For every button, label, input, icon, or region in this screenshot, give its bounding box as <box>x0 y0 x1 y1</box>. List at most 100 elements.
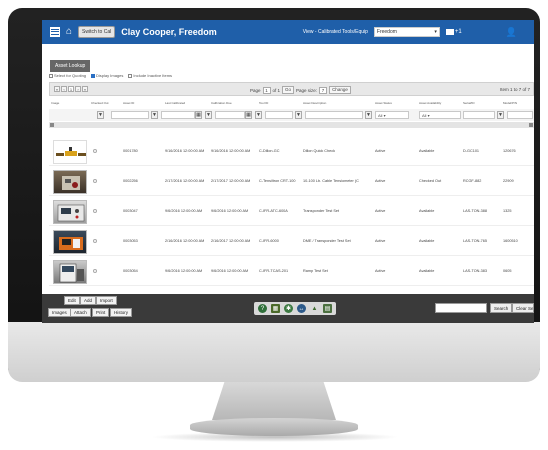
table-row[interactable]: 0003054 9/6/2016 12:00:00 AM 9/6/2016 12… <box>49 258 534 286</box>
view-select[interactable]: Freedom ▾ <box>373 27 440 37</box>
col-serial[interactable]: Serial/ID <box>463 101 475 105</box>
filter-icon[interactable]: ▼ <box>497 111 504 119</box>
filter-row: ▼ ▼ ▦ ▼ ▦ ▼ ▼ ▼ All ▾ All ▾ ▼ <box>49 109 534 121</box>
col-asset-id[interactable]: Asset ID <box>123 101 134 105</box>
history-button[interactable]: History <box>110 308 133 317</box>
calendar-icon[interactable]: ▦ <box>195 111 202 119</box>
col-last-calibrated[interactable]: Last Calibrated <box>165 101 185 105</box>
col-image[interactable]: Image <box>51 101 59 105</box>
alert-icon[interactable]: ▲ <box>310 304 319 313</box>
asset-lookup-button[interactable]: Asset Lookup <box>50 60 91 72</box>
menu-icon[interactable] <box>50 27 60 37</box>
asset-id[interactable]: 0003053 <box>123 239 138 243</box>
tool-id-filter[interactable] <box>265 111 293 119</box>
document-icon[interactable]: ▤ <box>323 304 332 313</box>
monitor-foot <box>190 418 358 436</box>
images-button[interactable]: Images <box>48 308 71 317</box>
user-icon[interactable]: 👤 <box>506 27 517 38</box>
asset-id-filter[interactable] <box>111 111 149 119</box>
description: Transponder Test Set <box>303 209 340 213</box>
description-filter[interactable] <box>305 111 363 119</box>
mail-icon <box>445 29 454 35</box>
monitor-chin <box>8 322 540 382</box>
view-select-value: Freedom <box>376 29 397 35</box>
page-size-input[interactable]: 7 <box>319 86 328 94</box>
filter-icon[interactable]: ▼ <box>255 111 262 119</box>
calendar-icon[interactable]: ▦ <box>245 111 252 119</box>
switch-to-cal-button[interactable]: Switch to Cal <box>78 26 116 38</box>
horizontal-scrollbar[interactable] <box>49 122 534 128</box>
search-button[interactable]: Search <box>490 303 513 313</box>
col-availability[interactable]: Asset Availability <box>419 101 441 105</box>
asset-id[interactable]: 0003047 <box>123 209 138 213</box>
attach-button[interactable]: Attach <box>70 308 91 317</box>
scroll-right-icon[interactable] <box>529 123 533 127</box>
link-icon[interactable]: ↔ <box>297 304 306 313</box>
description: Dillon Quick Check <box>303 149 336 153</box>
asset-id[interactable]: 0002256 <box>123 179 138 183</box>
filter-icon[interactable]: ▼ <box>205 111 212 119</box>
items-count: Item 1 to 7 of 7 <box>499 87 530 92</box>
table-row[interactable]: 0003053 2/16/2016 12:00:00 AM 2/16/2017 … <box>49 228 534 256</box>
table-row[interactable]: 0003047 9/6/2016 12:00:00 AM 9/6/2016 12… <box>49 198 534 226</box>
col-status[interactable]: Asset Status <box>375 101 392 105</box>
filter-icon[interactable]: ▼ <box>295 111 302 119</box>
availability-filter[interactable]: All ▾ <box>419 111 461 119</box>
last-calibrated: 2/16/2016 12:00:00 AM <box>165 239 205 243</box>
checkbox-checked-icon <box>91 73 96 78</box>
serial: RCGF-882 <box>463 179 482 183</box>
footer-toolbar: Edit Add Import Images Attach Print Hist… <box>42 294 534 323</box>
search-input[interactable] <box>435 303 487 313</box>
asset-thumbnail[interactable] <box>53 200 87 224</box>
home-icon[interactable]: ⌂ <box>66 27 72 37</box>
prev-page-button[interactable]: ‹ <box>61 86 67 92</box>
tool-id: C-IFR-TCAS-201 <box>259 269 289 273</box>
mail-button[interactable]: +1 <box>445 29 462 35</box>
scroll-left-icon[interactable] <box>50 123 54 127</box>
col-calibration-due[interactable]: Calibration Due <box>211 101 232 105</box>
page-1-button[interactable]: 1 <box>68 86 74 92</box>
asset-thumbnail[interactable] <box>53 140 87 164</box>
table-row[interactable]: 0001780 9/16/2016 12:00:00 AM 9/16/2016 … <box>49 138 534 166</box>
model-filter[interactable] <box>507 111 533 119</box>
clear-search-button[interactable]: Clear Search <box>512 303 534 313</box>
edit-button[interactable]: Edit <box>64 296 80 305</box>
filter-icon[interactable]: ▼ <box>97 111 104 119</box>
asset-id[interactable]: 0003054 <box>123 269 138 273</box>
print-button[interactable]: Print <box>92 308 110 317</box>
asset-thumbnail[interactable] <box>53 230 87 254</box>
help-icon[interactable]: ? <box>258 304 267 313</box>
filter-icon[interactable]: ▼ <box>151 111 158 119</box>
asset-id[interactable]: 0001780 <box>123 149 138 153</box>
last-cal-filter[interactable] <box>161 111 195 119</box>
model: 1325 <box>503 209 512 213</box>
cal-due-filter[interactable] <box>215 111 245 119</box>
filter-icon[interactable]: ▼ <box>365 111 372 119</box>
next-page-button[interactable]: › <box>75 86 81 92</box>
col-checked-out[interactable]: Checked Out <box>91 101 109 105</box>
page-input[interactable]: 1 <box>262 86 271 94</box>
asset-thumbnail[interactable] <box>53 170 87 194</box>
column-headers: Image Checked Out Asset ID Last Calibrat… <box>49 99 534 107</box>
asset-thumbnail[interactable] <box>53 260 87 284</box>
last-page-button[interactable]: » <box>82 86 88 92</box>
col-description[interactable]: Asset Description <box>303 101 326 105</box>
status-filter[interactable]: All ▾ <box>375 111 409 119</box>
col-model[interactable]: Model/P/N <box>503 101 517 105</box>
go-button[interactable]: Go <box>282 86 295 94</box>
serial-filter[interactable] <box>463 111 495 119</box>
settings-icon[interactable]: ✱ <box>284 304 293 313</box>
change-button[interactable]: Change <box>329 86 351 94</box>
status-filter-value: All <box>378 113 383 118</box>
first-page-button[interactable]: « <box>54 86 60 92</box>
check-include-inactive[interactable]: Include Inactive Items <box>128 73 172 78</box>
col-tool-id[interactable]: Tool ID <box>259 101 268 105</box>
check-select-quoting[interactable]: Select for Quoting <box>49 73 86 78</box>
user-name: Clay Cooper, Freedom <box>121 27 217 37</box>
grid-icon[interactable]: ▦ <box>271 304 280 313</box>
add-button[interactable]: Add <box>80 296 97 305</box>
availability: Checked Out <box>419 179 442 183</box>
check-display-images[interactable]: Display Images <box>91 73 123 78</box>
import-button[interactable]: Import <box>96 296 117 305</box>
table-row[interactable]: 0002256 2/17/2016 12:00:00 AM 2/17/2017 … <box>49 168 534 196</box>
